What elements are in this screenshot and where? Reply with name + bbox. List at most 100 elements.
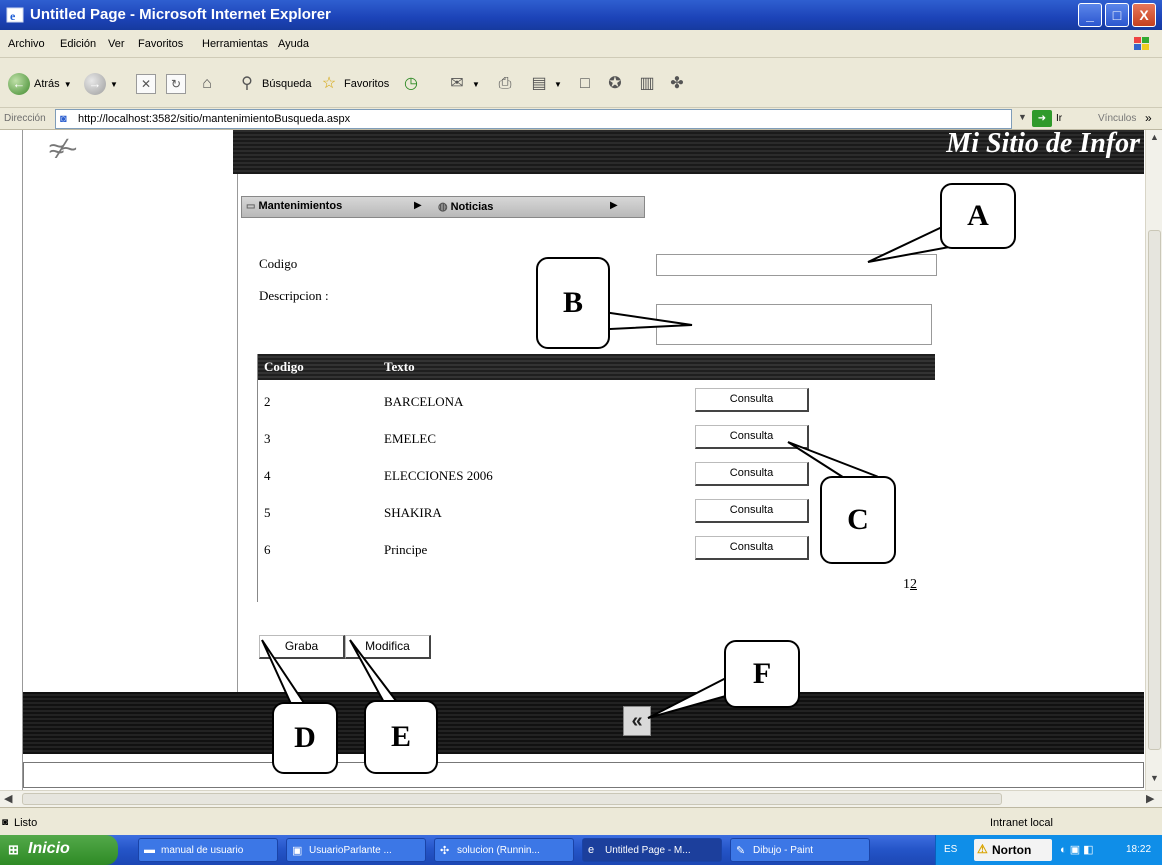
- task-manual[interactable]: ▬ manual de usuario: [138, 838, 278, 862]
- site-footer: «: [23, 692, 1144, 754]
- task-usuario[interactable]: ▣ UsuarioParlante ...: [286, 838, 426, 862]
- edit-button[interactable]: ▤ ▼: [528, 72, 561, 96]
- close-button[interactable]: X: [1132, 3, 1156, 27]
- address-bar: Dirección http://localhost:3582/sitio/ma…: [0, 108, 1162, 130]
- refresh-button[interactable]: ↻: [166, 72, 186, 96]
- row-texto: BARCELONA: [384, 394, 464, 409]
- home-button[interactable]: ⌂: [196, 72, 218, 96]
- consulta-button[interactable]: Consulta: [695, 388, 809, 412]
- go-icon[interactable]: ➜: [1032, 110, 1052, 127]
- forward-icon: →: [84, 73, 106, 95]
- task-label: Dibujo - Paint: [753, 845, 814, 856]
- links-button[interactable]: Vínculos: [1098, 113, 1136, 124]
- forward-button[interactable]: → ▼: [84, 72, 118, 96]
- maximize-button[interactable]: □: [1105, 3, 1129, 27]
- descripcion-textarea[interactable]: [656, 304, 932, 345]
- back-arrow-button[interactable]: «: [623, 706, 651, 736]
- task-paint[interactable]: ✎ Dibujo - Paint: [730, 838, 870, 862]
- modifica-button[interactable]: Modifica: [345, 635, 431, 659]
- task-untitled-page[interactable]: e Untitled Page - M...: [582, 838, 722, 862]
- task-label: UsuarioParlante ...: [309, 845, 392, 856]
- favorites-icon: ☆: [321, 75, 337, 92]
- search-label: Búsqueda: [262, 78, 312, 90]
- site-header: Mi Sitio de Infor: [233, 130, 1144, 174]
- row-codigo: 5: [264, 505, 271, 520]
- vertical-scrollbar[interactable]: ▲ ▼: [1145, 130, 1162, 790]
- menu-ayuda[interactable]: Ayuda: [278, 38, 309, 50]
- menu-herramientas[interactable]: Herramientas: [202, 38, 268, 50]
- minimize-button[interactable]: _: [1078, 3, 1102, 27]
- doc-icon: ▣: [292, 845, 303, 857]
- discuss-button[interactable]: □: [574, 72, 596, 96]
- horizontal-scrollbar[interactable]: ◀ ▶: [0, 790, 1162, 807]
- ie-icon: e: [6, 7, 24, 23]
- task-solucion[interactable]: ✣ solucion (Runnin...: [434, 838, 574, 862]
- edit-icon: ▤: [531, 75, 547, 92]
- codigo-input[interactable]: [656, 254, 937, 276]
- menu-noticias[interactable]: ◍ Noticias: [438, 200, 494, 214]
- vertical-scroll-thumb[interactable]: [1148, 230, 1161, 750]
- search-button[interactable]: ⚲ Búsqueda: [236, 72, 312, 96]
- back-button[interactable]: ← Atrás ▼: [8, 72, 72, 96]
- address-label: Dirección: [4, 113, 46, 124]
- stop-icon: ✕: [136, 74, 156, 94]
- menu-archivo[interactable]: Archivo: [8, 38, 45, 50]
- folder-icon: ▬: [144, 844, 155, 856]
- language-indicator[interactable]: ES: [944, 844, 957, 855]
- tray-icons[interactable]: ◐ ▣ ◧: [1060, 843, 1094, 856]
- row-codigo: 3: [264, 431, 271, 446]
- start-button[interactable]: ⊞ Inicio: [0, 835, 118, 865]
- go-button[interactable]: Ir: [1056, 113, 1062, 124]
- research-button[interactable]: ▥: [636, 72, 658, 96]
- links-chevron-icon[interactable]: »: [1145, 111, 1152, 125]
- site-logo: ≈∕~: [23, 130, 233, 174]
- address-input[interactable]: http://localhost:3582/sitio/mantenimient…: [55, 109, 1012, 129]
- address-dropdown-icon[interactable]: ▼: [1018, 112, 1027, 122]
- tools-button[interactable]: ✤: [666, 72, 688, 96]
- callout-a: A: [940, 183, 1016, 249]
- scroll-right-icon[interactable]: ▶: [1146, 792, 1154, 805]
- refresh-icon: ↻: [166, 74, 186, 94]
- scroll-up-icon[interactable]: ▲: [1148, 132, 1161, 146]
- menu-favoritos[interactable]: Favoritos: [138, 38, 183, 50]
- history-button[interactable]: ◷: [400, 72, 422, 96]
- consulta-button[interactable]: Consulta: [695, 462, 809, 486]
- callout-f: F: [724, 640, 800, 708]
- menu-edicion[interactable]: Edición: [60, 38, 96, 50]
- ie-icon: e: [588, 844, 595, 856]
- back-icon: ←: [8, 73, 30, 95]
- mail-button[interactable]: ✉ ▼: [446, 72, 480, 96]
- favorites-button[interactable]: ☆ Favoritos: [318, 72, 389, 96]
- mail-icon: ✉: [450, 75, 464, 92]
- consulta-button[interactable]: Consulta: [695, 536, 809, 560]
- print-icon: ⎙: [498, 75, 512, 92]
- consulta-button[interactable]: Consulta: [695, 499, 809, 523]
- stop-button[interactable]: ✕: [136, 72, 156, 96]
- row-texto: SHAKIRA: [384, 505, 442, 520]
- norton-button[interactable]: ⚠ Norton: [974, 839, 1052, 861]
- menu-mantenimientos-label: Mantenimientos: [258, 200, 343, 212]
- grid-header: Codigo Texto: [258, 354, 935, 380]
- footer-strip: [23, 762, 1144, 788]
- callout-c: C: [820, 476, 896, 564]
- window-title: Untitled Page - Microsoft Internet Explo…: [30, 6, 331, 23]
- page-icon: ◙: [60, 113, 67, 125]
- warning-icon: ⚠: [977, 842, 988, 856]
- scroll-down-icon[interactable]: ▼: [1148, 773, 1161, 787]
- menu-mantenimientos[interactable]: ▭ Mantenimientos: [246, 200, 342, 212]
- scroll-left-icon[interactable]: ◀: [4, 792, 12, 805]
- menu-ver[interactable]: Ver: [108, 38, 125, 50]
- graba-button[interactable]: Graba: [259, 635, 345, 659]
- descripcion-label: Descripcion :: [259, 288, 329, 303]
- system-tray: ES ⚠ Norton ◐ ▣ ◧ 18:22: [935, 835, 1162, 865]
- horizontal-scroll-thumb[interactable]: [22, 793, 1002, 805]
- consulta-button[interactable]: Consulta: [695, 425, 809, 449]
- status-text: Listo: [14, 817, 38, 829]
- messenger-button[interactable]: ✪: [604, 72, 626, 96]
- page-link-2[interactable]: 2: [910, 577, 917, 592]
- callout-b: B: [536, 257, 610, 349]
- task-label: manual de usuario: [161, 845, 244, 856]
- windows-flag-icon: ⊞: [8, 842, 19, 857]
- menu-noticias-label: Noticias: [450, 200, 494, 213]
- print-button[interactable]: ⎙: [494, 72, 516, 96]
